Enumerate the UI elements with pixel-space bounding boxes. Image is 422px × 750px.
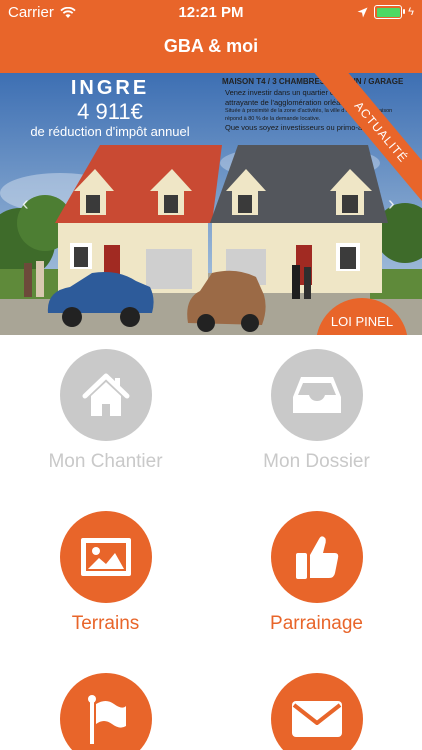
mon-dossier-button[interactable] [270, 349, 363, 441]
parrainage-button[interactable] [270, 511, 363, 603]
promo-subtitle: de réduction d'impôt annuel [30, 124, 190, 139]
chevron-right-icon[interactable]: › [388, 193, 395, 216]
promo-amount: 4 911€ [77, 99, 143, 124]
menu-mon-dossier[interactable]: Mon Dossier [211, 349, 422, 473]
status-bar: Carrier 12:21 PM ϟ [0, 0, 422, 26]
mon-dossier-label: Mon Dossier [263, 451, 370, 472]
parrainage-label: Parrainage [270, 613, 363, 634]
home-icon [82, 373, 129, 416]
chevron-left-icon[interactable]: ‹ [22, 193, 29, 216]
location-icon [357, 7, 368, 17]
menu-mail[interactable] [211, 673, 422, 750]
promo-title: INGRE [70, 77, 150, 99]
mail-icon [291, 701, 342, 737]
flag-button[interactable] [59, 673, 152, 750]
news-banner[interactable]: INGRE 4 911€ de réduction d'impôt annuel… [0, 73, 422, 335]
menu-parrainage[interactable]: Parrainage [211, 511, 422, 635]
menu-terrains[interactable]: Terrains [0, 511, 211, 635]
page-title: GBA & moi [163, 36, 259, 56]
battery-icon [374, 5, 406, 19]
image-icon [80, 538, 131, 576]
app-header: Carrier 12:21 PM ϟ GBA & moi [0, 0, 422, 73]
inbox-icon [292, 377, 341, 413]
menu-mon-chantier[interactable]: Mon Chantier [0, 349, 211, 473]
menu-flag[interactable] [0, 673, 211, 750]
charging-icon: ϟ [408, 6, 414, 18]
pinel-badge-title: LOI PINEL [330, 314, 394, 329]
house-spec: MAISON T4 / 3 CHAMBRES / JARDIN / GARAGE [222, 77, 404, 86]
status-right: ϟ [357, 5, 414, 19]
flag-icon [87, 695, 126, 744]
mon-chantier-button[interactable] [59, 349, 152, 441]
mon-chantier-label: Mon Chantier [48, 451, 163, 472]
pinel-badge-year: 2017 [316, 333, 408, 336]
thumbs-up-icon [295, 536, 338, 579]
terrains-button[interactable] [59, 511, 152, 603]
terrains-label: Terrains [71, 613, 140, 634]
mail-button[interactable] [270, 673, 363, 750]
